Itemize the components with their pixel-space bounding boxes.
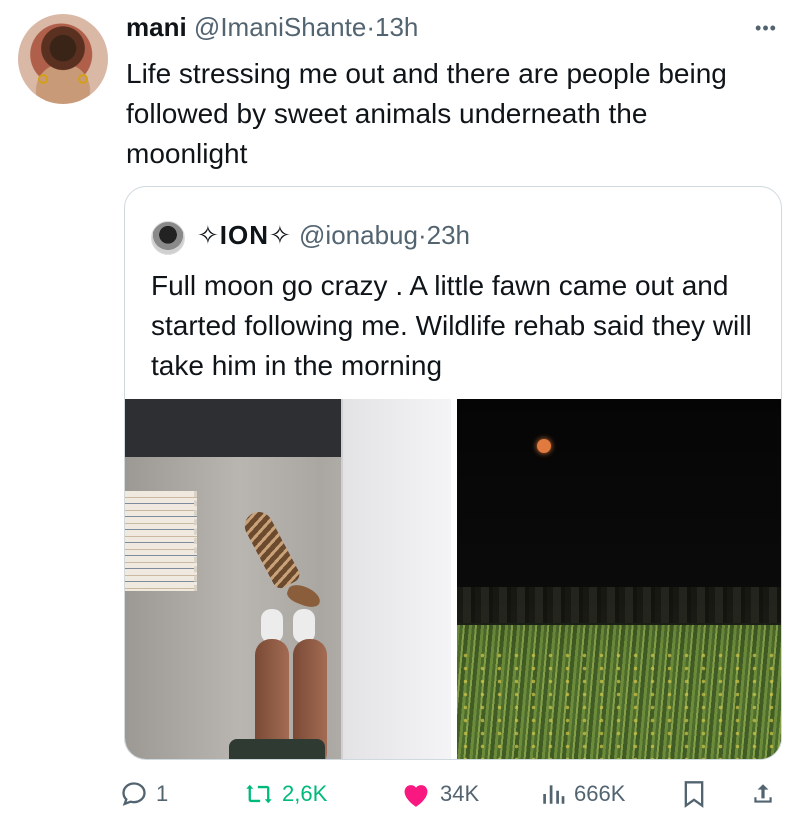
reply-count: 1 [156,781,169,806]
views-button[interactable]: 666K [540,780,625,808]
media-grid [125,399,781,759]
retweet-count: 2,6K [282,781,328,806]
quoted-tweet-text: Full moon go crazy . A little fawn came … [151,270,752,381]
wall-decor [341,399,451,759]
author-avatar[interactable] [18,14,108,104]
photo-fawn-following[interactable] [125,399,451,759]
action-bar: 1 2,6K 34K 666K [120,780,790,810]
moon-decor [537,439,551,453]
quoted-author-avatar [151,221,185,255]
share-icon [754,784,772,803]
tweet-text: Life stressing me out and there are peop… [126,58,727,169]
more-options-icon[interactable]: ••• [752,18,780,38]
fawn-body-decor [239,507,303,591]
reply-icon [122,782,146,806]
separator-dot: · [366,12,375,42]
shorts-decor [229,739,325,759]
reply-button[interactable]: 1 [120,780,168,808]
views-icon [543,785,565,804]
like-button[interactable]: 34K [400,780,479,808]
tweet-time[interactable]: 13h [375,12,418,42]
bookmark-icon [684,781,704,808]
quoted-author-handle: @ionabug [299,220,418,250]
retweet-button[interactable]: 2,6K [244,780,327,808]
retweet-icon [246,784,272,804]
quoted-tweet-header: ✧ION✧ @ionabug·23h [197,220,470,251]
earring-right-decor [78,74,88,84]
rug-decor [125,491,197,591]
shoe-right-decor [293,609,315,643]
heart-filled-icon [404,785,428,807]
quoted-tweet-time: 23h [426,220,471,250]
views-count: 666K [574,781,626,806]
bookmark-button[interactable] [682,780,706,808]
fawn-head-decor [284,581,324,611]
flowers-decor [457,649,781,759]
shoe-left-decor [261,609,283,643]
share-button[interactable] [750,780,776,808]
treeline-decor [457,587,781,623]
author-handle[interactable]: @ImaniShante [194,12,366,42]
quoted-separator-dot: · [417,220,427,250]
like-count: 34K [440,781,480,806]
quoted-author-name: ✧ION✧ [197,220,292,250]
author-name[interactable]: mani [126,12,187,42]
photo-full-moon-field[interactable] [457,399,781,759]
tweet-header: mani @ImaniShante·13h [126,12,418,43]
earring-left-decor [38,74,48,84]
quoted-tweet-card[interactable]: ✧ION✧ @ionabug·23h Full moon go crazy . … [124,186,782,760]
